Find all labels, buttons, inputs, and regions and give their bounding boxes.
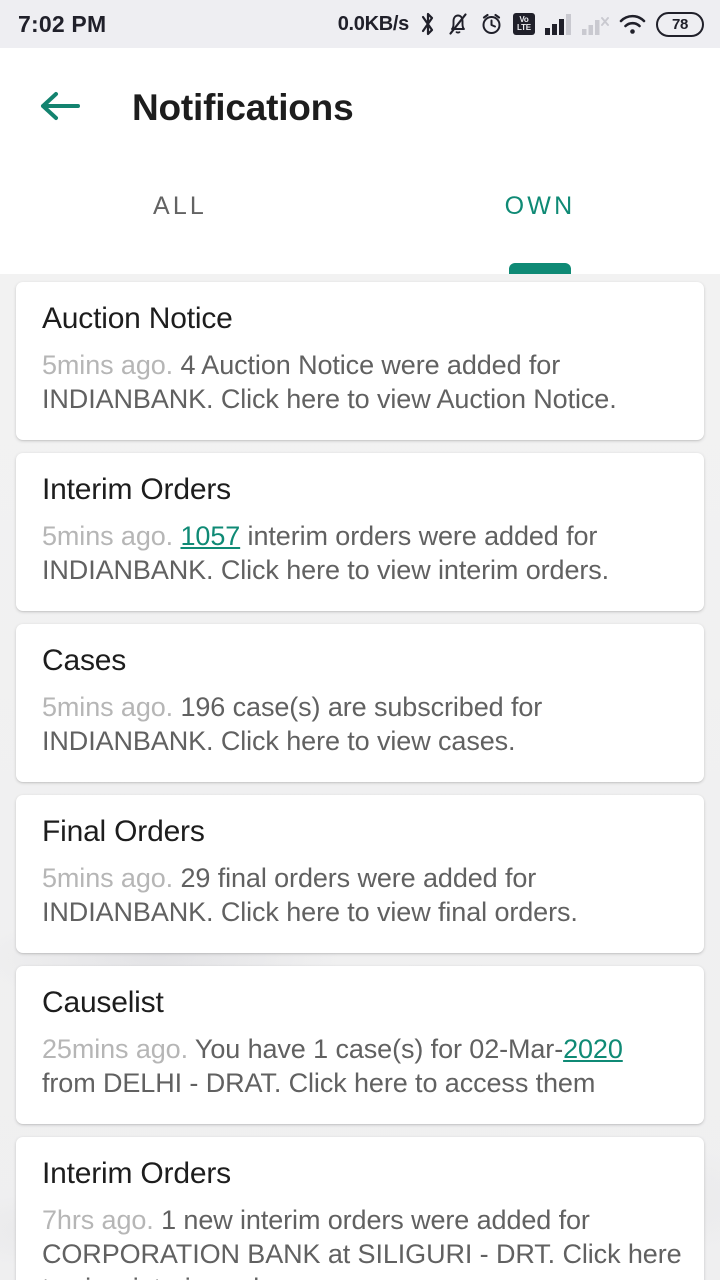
bluetooth-icon — [419, 11, 437, 37]
notification-title: Interim Orders — [42, 473, 231, 507]
notification-link[interactable]: 2020 — [563, 1034, 623, 1064]
notification-body: 5mins ago. 29 final orders were added fo… — [42, 861, 682, 929]
notification-card[interactable]: Auction Notice 5mins ago. 4 Auction Notic… — [16, 282, 704, 441]
notifications-list[interactable]: Auction Notice 5mins ago. 4 Auction Notic… — [0, 274, 720, 1280]
battery-icon: 78 — [656, 11, 704, 37]
notification-body: 25mins ago. You have 1 case(s) for 02-Ma… — [42, 1032, 682, 1100]
notification-timestamp: 5mins ago. — [42, 692, 174, 723]
notification-title: Cases — [42, 644, 127, 678]
battery-level-label: 78 — [671, 15, 689, 33]
status-bar-icons: 0.0KB/s Vo LTE 78 — [338, 11, 704, 37]
status-bar: 7:02 PM 0.0KB/s Vo LTE 78 — [0, 0, 720, 48]
notifications-muted-icon — [446, 11, 470, 37]
notification-title: Final Orders — [42, 815, 205, 849]
notification-card[interactable]: Cases 5mins ago. 196 case(s) are subscrib… — [16, 624, 704, 783]
notification-card[interactable]: Interim Orders 5mins ago. 1057 interim or… — [16, 453, 704, 612]
notification-timestamp: 7hrs ago. — [42, 1205, 154, 1236]
app-bar: Notifications — [0, 48, 720, 168]
tab-own[interactable]: OWN — [360, 168, 720, 274]
notification-body: 5mins ago. 1057 interim orders were adde… — [42, 519, 682, 587]
notification-text: You have 1 case(s) for 02-Mar- — [188, 1034, 564, 1065]
volte-icon: Vo LTE — [513, 13, 535, 35]
signal-no-service-icon — [581, 12, 609, 36]
network-speed-label: 0.0KB/s — [337, 12, 410, 35]
signal-bars-icon — [544, 12, 572, 36]
tab-own-label: OWN — [504, 192, 576, 220]
status-bar-clock: 7:02 PM — [18, 10, 107, 37]
tab-all[interactable]: ALL — [0, 168, 360, 274]
notification-body: 5mins ago. 196 case(s) are subscribed fo… — [42, 690, 682, 758]
notification-card[interactable]: Interim Orders 7hrs ago. 1 new interim or… — [16, 1137, 704, 1280]
volte-bottom-label: LTE — [517, 23, 531, 32]
notification-title: Interim Orders — [42, 1157, 231, 1191]
notification-cards-container: Auction Notice 5mins ago. 4 Auction Notic… — [0, 274, 720, 1280]
notification-timestamp: 5mins ago. — [42, 863, 174, 894]
notification-body: 5mins ago. 4 Auction Notice were added f… — [42, 348, 682, 416]
notification-title: Causelist — [42, 986, 164, 1020]
back-arrow-icon — [38, 89, 82, 128]
wifi-icon — [618, 12, 647, 36]
notification-timestamp: 25mins ago. — [42, 1034, 188, 1065]
tab-active-indicator — [509, 263, 571, 274]
notification-timestamp: 5mins ago. — [42, 350, 174, 380]
notification-text: from DELHI - DRAT. Click here to access … — [42, 1068, 596, 1099]
app-screen: 7:02 PM 0.0KB/s Vo LTE 78 Notifications … — [0, 0, 720, 1280]
notification-timestamp: 5mins ago. — [42, 521, 174, 552]
notification-card[interactable]: Causelist 25mins ago. You have 1 case(s) … — [16, 966, 704, 1125]
alarm-icon — [479, 11, 504, 37]
notification-card[interactable]: Final Orders 5mins ago. 29 final orders w… — [16, 795, 704, 954]
back-button[interactable] — [34, 82, 86, 134]
page-title: Notifications — [132, 87, 354, 128]
notification-link[interactable]: 1057 — [180, 521, 240, 551]
notification-body: 7hrs ago. 1 new interim orders were adde… — [42, 1203, 682, 1280]
tab-bar: ALL OWN — [0, 168, 720, 274]
tab-all-label: ALL — [152, 192, 208, 220]
notification-title: Auction Notice — [42, 302, 233, 335]
